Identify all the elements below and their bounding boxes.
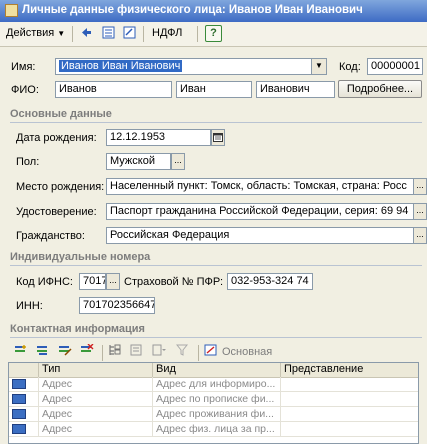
id-document-label: Удостоверение: — [16, 206, 97, 218]
basic-data-section-title: Основные данные — [10, 108, 112, 120]
help-icon[interactable]: ? — [205, 25, 222, 42]
birthplace-label: Место рождения: — [16, 181, 105, 193]
sex-label: Пол: — [16, 156, 40, 168]
address-icon — [12, 424, 26, 434]
table-row[interactable]: Адрес Адрес по прописке фи... — [9, 392, 418, 407]
list-options-icon[interactable] — [152, 344, 166, 358]
tree-icon[interactable] — [108, 344, 122, 358]
toolbar-separator — [143, 26, 144, 42]
table-header: Тип Вид Представление — [9, 363, 418, 378]
inn-label: ИНН: — [16, 300, 43, 312]
birthplace-input[interactable]: Населенный пункт: Томск, область: Томска… — [106, 178, 414, 195]
view-cell — [281, 377, 418, 392]
view-cell — [281, 392, 418, 407]
address-icon — [12, 394, 26, 404]
section-divider — [10, 122, 422, 123]
set-primary-icon[interactable] — [204, 344, 218, 358]
type-cell: Адрес — [39, 422, 153, 437]
first-name-input[interactable]: Иван — [176, 81, 252, 98]
type-cell: Адрес — [39, 377, 153, 392]
ndfl-button[interactable]: НДФЛ — [152, 25, 182, 42]
primary-label[interactable]: Основная — [222, 346, 272, 358]
fio-label: ФИО: — [11, 84, 39, 96]
row-icon-cell — [9, 377, 39, 392]
name-value: Иванов Иван Иванович — [59, 60, 183, 72]
sex-select-button[interactable]: ... — [171, 153, 185, 170]
pfr-label: Страховой № ПФР: — [124, 276, 224, 288]
kind-cell: Адрес по прописке фи... — [153, 392, 281, 407]
table-row[interactable]: Адрес Адрес для информиро... — [9, 377, 418, 392]
structure-icon[interactable] — [100, 25, 117, 42]
dropdown-arrow-icon: ▼ — [57, 29, 66, 38]
code-input[interactable]: 00000001 — [367, 58, 423, 75]
title-bar: Личные данные физического лица: Иванов И… — [0, 0, 427, 22]
middle-name-input[interactable]: Иванович — [256, 81, 335, 98]
numbers-section-title: Индивидуальные номера — [10, 251, 151, 263]
table-row[interactable]: Адрес Адрес физ. лица за пр... — [9, 422, 418, 437]
ifns-input[interactable]: 7017 — [79, 273, 106, 290]
birth-date-label: Дата рождения: — [16, 132, 97, 144]
add-contact-icon[interactable] — [14, 344, 28, 358]
section-divider — [10, 337, 422, 338]
pfr-input[interactable]: 032-953-324 74 — [227, 273, 313, 290]
birthplace-select-button[interactable]: ... — [413, 178, 427, 195]
chevron-down-icon: ▼ — [315, 61, 323, 70]
row-icon-cell — [9, 392, 39, 407]
toolbar-separator — [102, 345, 103, 361]
code-label: Код: — [339, 61, 361, 73]
icon-column-header — [9, 363, 39, 377]
row-icon-cell — [9, 422, 39, 437]
ifns-select-button[interactable]: ... — [106, 273, 120, 290]
address-icon — [12, 409, 26, 419]
citizenship-label: Гражданство: — [16, 230, 85, 242]
calendar-icon[interactable] — [211, 129, 225, 146]
name-dropdown-button[interactable]: ▼ — [311, 58, 327, 75]
actions-menu-label: Действия — [6, 27, 55, 39]
address-icon — [12, 379, 26, 389]
view-cell — [281, 407, 418, 422]
inn-input[interactable]: 701702356647 — [79, 297, 155, 314]
contacts-table[interactable]: Тип Вид Представление Адрес Адрес для ин… — [8, 362, 419, 444]
details-button[interactable]: Подробнее... — [338, 80, 422, 98]
row-icon-cell — [9, 407, 39, 422]
type-cell: Адрес — [39, 407, 153, 422]
id-document-input[interactable]: Паспорт гражданина Российской Федерации,… — [106, 203, 414, 220]
section-divider — [10, 265, 422, 266]
citizenship-select-button[interactable]: ... — [413, 227, 427, 244]
ifns-label: Код ИФНС: — [16, 276, 73, 288]
kind-cell: Адрес физ. лица за пр... — [153, 422, 281, 437]
actions-menu[interactable]: Действия ▼ — [6, 25, 65, 42]
table-row[interactable]: Адрес Адрес проживания фи... — [9, 407, 418, 422]
column-header-kind[interactable]: Вид — [153, 363, 281, 377]
kind-cell: Адрес проживания фи... — [153, 407, 281, 422]
kind-cell: Адрес для информиро... — [153, 377, 281, 392]
column-header-view[interactable]: Представление — [281, 363, 418, 377]
personal-data-window: Личные данные физического лица: Иванов И… — [0, 0, 427, 444]
edit-list-icon[interactable] — [121, 25, 138, 42]
window-title: Личные данные физического лица: Иванов И… — [22, 4, 363, 16]
name-label: Имя: — [11, 61, 36, 73]
toolbar-separator — [198, 345, 199, 361]
view-cell — [281, 422, 418, 437]
citizenship-input[interactable]: Российская Федерация — [106, 227, 414, 244]
delete-contact-icon[interactable] — [80, 343, 94, 358]
column-header-type[interactable]: Тип — [39, 363, 153, 377]
type-cell: Адрес — [39, 392, 153, 407]
back-arrow-icon[interactable] — [78, 25, 95, 42]
name-input[interactable]: Иванов Иван Иванович — [55, 58, 312, 75]
last-name-input[interactable]: Иванов — [55, 81, 172, 98]
toolbar-separator — [197, 26, 198, 42]
sex-input[interactable]: Мужской — [106, 153, 171, 170]
copy-contact-icon[interactable] — [36, 344, 50, 358]
contacts-section-title: Контактная информация — [10, 323, 145, 335]
move-icon[interactable] — [130, 344, 144, 358]
id-document-select-button[interactable]: ... — [413, 203, 427, 220]
toolbar-separator — [72, 26, 73, 42]
clear-filter-icon[interactable] — [175, 344, 190, 358]
toolbar: Действия ▼ НДФЛ ? — [0, 22, 427, 47]
birth-date-input[interactable]: 12.12.1953 — [106, 129, 211, 146]
edit-contact-icon[interactable] — [58, 344, 72, 358]
app-icon — [5, 4, 18, 17]
